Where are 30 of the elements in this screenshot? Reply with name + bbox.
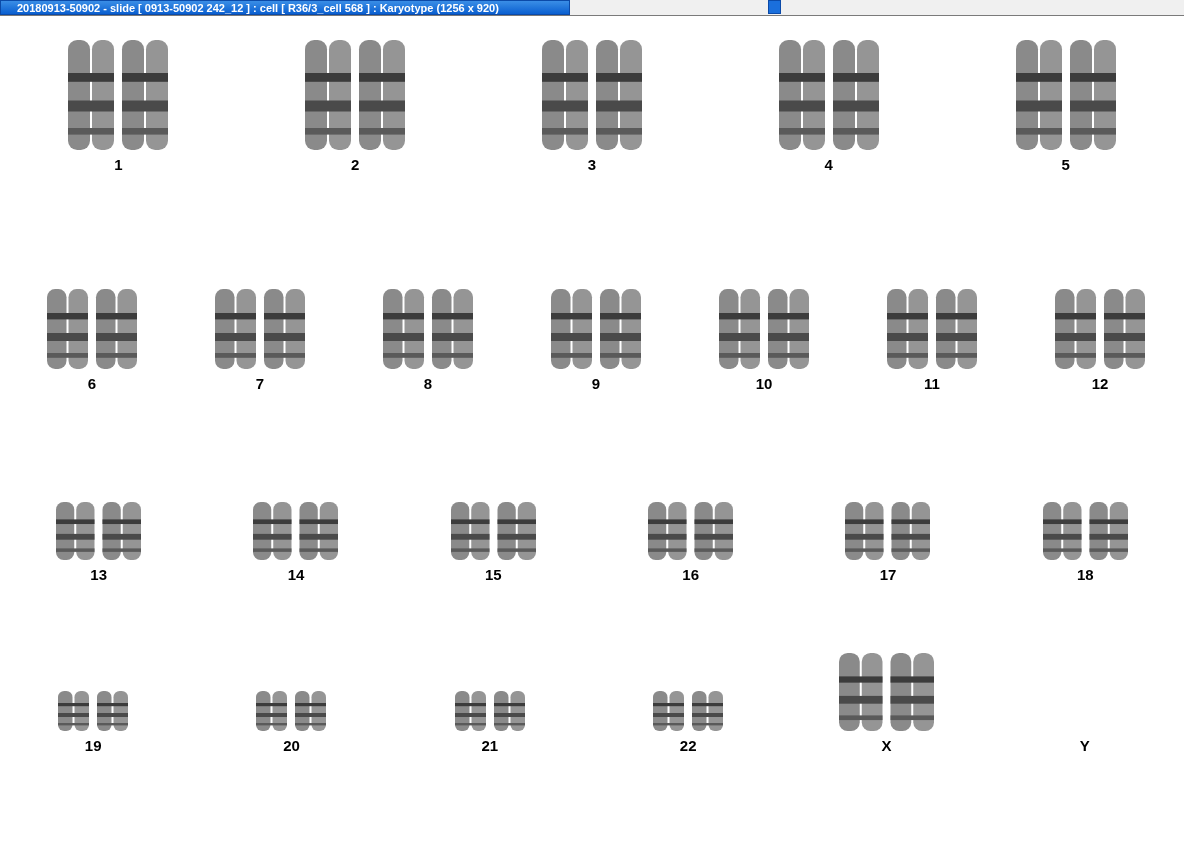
- chromosome-label: Y: [1079, 737, 1090, 754]
- chromosome-label: 19: [84, 737, 102, 754]
- chromosome-pair-drawing: [454, 691, 525, 731]
- chromosome-label: 15: [484, 566, 502, 583]
- chromosome-label: 18: [1076, 566, 1094, 583]
- scroll-thumb[interactable]: [768, 0, 781, 14]
- chromosome-label: 1: [114, 156, 123, 173]
- chromosome-pair-drawing: [653, 691, 724, 731]
- chromosome-label: 16: [682, 566, 699, 583]
- chromosome-label: 6: [87, 375, 97, 392]
- chromosome-label: 12: [1091, 375, 1109, 392]
- chromosome-pair-drawing: [58, 691, 129, 731]
- chromosome-label: 21: [481, 737, 499, 754]
- chromosome-label: 17: [879, 566, 897, 583]
- chromosome-label: 3: [587, 156, 597, 173]
- chromosome-label: 9: [591, 375, 601, 392]
- chromosome-label: 14: [287, 566, 305, 583]
- chromosome-label: 11: [924, 375, 940, 392]
- chromosome-label: 20: [283, 737, 300, 754]
- chromosome-label: 2: [351, 156, 360, 173]
- chromosome-label: 5: [1061, 156, 1070, 173]
- chromosome-pair-drawing: [256, 691, 327, 731]
- chromosome-label: 13: [90, 566, 107, 583]
- window-title: 20180913-50902 - slide [ 0913-50902 242_12 ] : cell [ R36/3_cell 568 ] : Karyotype (1256 x 920): [0, 0, 570, 15]
- chromosome-label: 8: [423, 375, 433, 392]
- chromosome-label: 4: [824, 156, 833, 173]
- chromosome-label: X: [881, 737, 892, 754]
- chromosome-label: 7: [255, 375, 265, 392]
- chromosome-label: 22: [679, 737, 697, 754]
- chromosome-label: 10: [755, 375, 773, 392]
